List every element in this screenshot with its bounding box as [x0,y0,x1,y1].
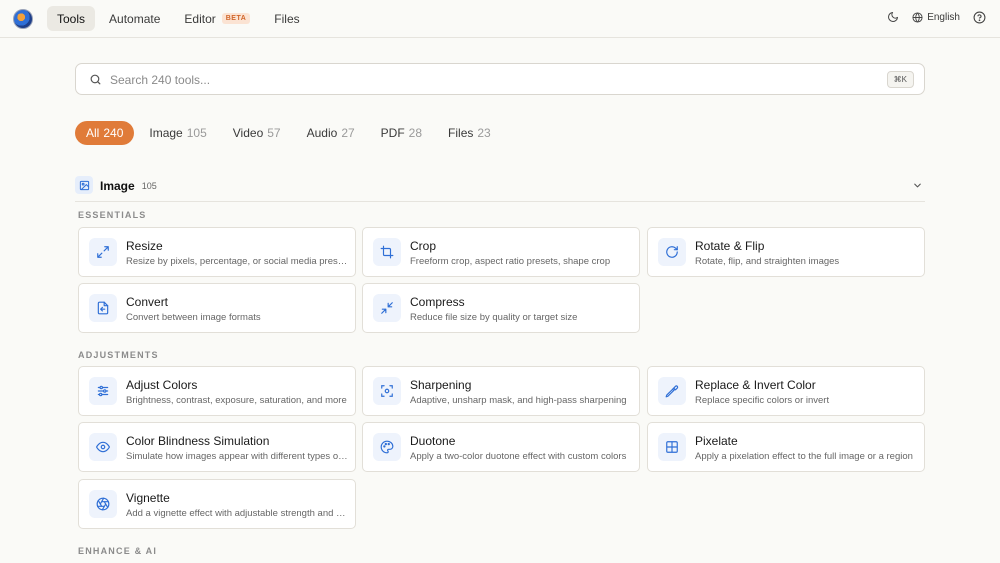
tool-title: Vignette [126,491,170,505]
group-label-enhance-ai: ENHANCE & AI [78,546,158,556]
expand-arrows-icon [89,238,117,266]
nav-tab-tools[interactable]: Tools [47,6,96,31]
grid-icon [658,433,686,461]
compress-arrows-icon [373,294,401,322]
tool-title: Convert [126,295,169,309]
image-icon [75,176,93,194]
crop-icon [373,238,401,266]
filter-files[interactable]: Files 23 [437,121,502,145]
group-label-adjustments: ADJUSTMENTS [78,350,159,360]
tool-title: Crop [410,239,437,253]
tool-description: Rotate, flip, and straighten images [695,256,840,267]
filter-video[interactable]: Video 57 [222,121,292,145]
tool-description: Reduce file size by quality or target si… [410,312,578,323]
dark-mode-moon-icon[interactable] [886,10,900,24]
group-label-essentials: ESSENTIALS [78,210,147,220]
tool-description: Simulate how images appear with differen… [126,451,348,462]
focus-icon [373,377,401,405]
chevron-down-icon[interactable] [912,180,923,191]
tool-description: Brightness, contrast, exposure, saturati… [126,395,347,406]
tool-description: Resize by pixels, percentage, or social … [126,256,348,267]
tool-title: Pixelate [695,434,738,448]
search-input[interactable] [110,70,870,90]
tool-card-adjust-colors[interactable]: Adjust Colors Brightness, contrast, expo… [78,366,356,416]
tool-title: Duotone [410,434,456,448]
tool-card-color-blindness-simulation[interactable]: Color Blindness Simulation Simulate how … [78,422,356,472]
tool-card-replace-invert-color[interactable]: Replace & Invert Color Replace specific … [647,366,925,416]
tool-title: Sharpening [410,378,472,392]
aperture-icon [89,490,117,518]
palette-icon [373,433,401,461]
section-title: Image [100,179,135,193]
tool-card-resize[interactable]: Resize Resize by pixels, percentage, or … [78,227,356,277]
filter-all[interactable]: All 240 [75,121,135,145]
tool-title: Resize [126,239,163,253]
filter-audio[interactable]: Audio 27 [296,121,366,145]
globe-icon [912,11,923,23]
tool-card-convert[interactable]: Convert Convert between image formats [78,283,356,333]
nav-right-controls: English [886,10,986,24]
tool-description: Convert between image formats [126,312,261,323]
tool-card-compress[interactable]: Compress Reduce file size by quality or … [362,283,640,333]
language-selector[interactable]: English [912,12,960,23]
tool-description: Apply a pixelation effect to the full im… [695,451,913,462]
tool-description: Replace specific colors or invert [695,395,830,406]
sliders-icon [89,377,117,405]
tool-card-sharpening[interactable]: Sharpening Adaptive, unsharp mask, and h… [362,366,640,416]
tool-card-pixelate[interactable]: Pixelate Apply a pixelation effect to th… [647,422,925,472]
tool-description: Apply a two-color duotone effect with cu… [410,451,627,462]
tool-description: Freeform crop, aspect ratio presets, sha… [410,256,611,267]
image-section-header[interactable]: Image 105 [75,176,925,202]
search-bar: ⌘K [75,63,925,95]
tool-card-duotone[interactable]: Duotone Apply a two-color duotone effect… [362,422,640,472]
tool-card-crop[interactable]: Crop Freeform crop, aspect ratio presets… [362,227,640,277]
section-count: 105 [141,181,157,191]
filter-image[interactable]: Image 105 [138,121,217,145]
top-navigation: Tools Automate Editor BETA Files English [0,0,1000,38]
eyedropper-icon [658,377,686,405]
language-label: English [927,11,960,23]
nav-tab-automate[interactable]: Automate [99,6,170,31]
tool-title: Rotate & Flip [695,239,765,253]
tool-card-vignette[interactable]: Vignette Add a vignette effect with adju… [78,479,356,529]
filter-pdf[interactable]: PDF 28 [370,121,433,145]
app-logo-icon[interactable] [13,9,33,29]
tool-title: Replace & Invert Color [695,378,816,392]
beta-badge: BETA [221,13,251,24]
rotate-icon [658,238,686,266]
search-shortcut-hint: ⌘K [886,71,914,88]
nav-tab-editor[interactable]: Editor BETA [174,6,260,31]
eye-icon [89,433,117,461]
help-icon[interactable] [972,10,986,24]
search-icon [89,73,102,86]
tool-card-rotate-flip[interactable]: Rotate & Flip Rotate, flip, and straight… [647,227,925,277]
tool-title: Adjust Colors [126,378,198,392]
nav-tab-files[interactable]: Files [264,6,309,31]
nav-tabs: Tools Automate Editor BETA Files [47,6,310,31]
category-filters: All 240 Image 105 Video 57 Audio 27 PDF 28 Fi… [75,121,506,145]
tool-title: Compress [410,295,465,309]
file-convert-icon [89,294,117,322]
tool-description: Adaptive, unsharp mask, and high-pass sh… [410,395,627,406]
tool-title: Color Blindness Simulation [126,434,270,448]
tool-description: Add a vignette effect with adjustable st… [126,508,348,519]
